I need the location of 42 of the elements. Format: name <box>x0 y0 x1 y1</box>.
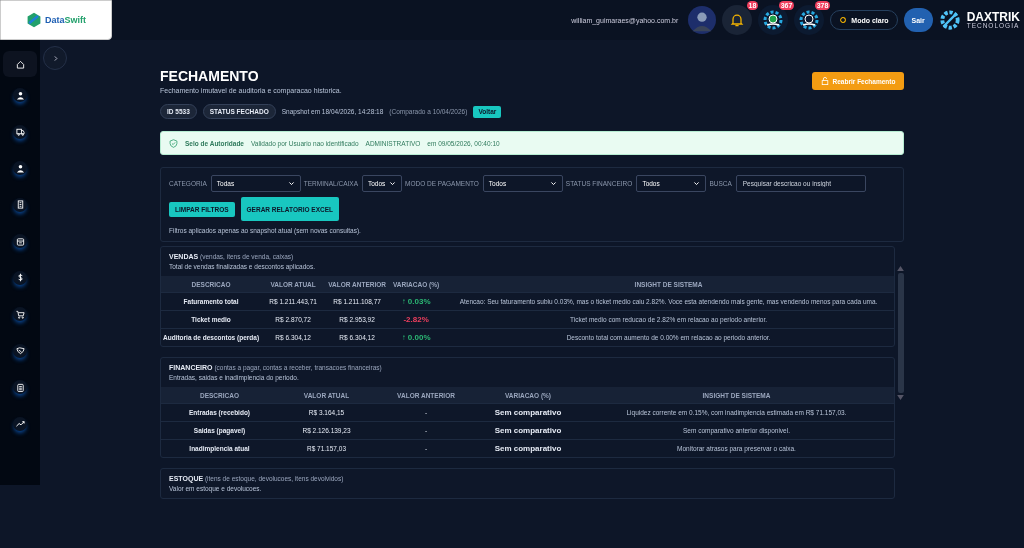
table-cell: ↑ 0.03% <box>389 292 444 311</box>
clipboard-icon <box>15 382 25 392</box>
table-cell: ↑ 0.00% <box>389 328 444 346</box>
sidebar-item[interactable] <box>13 161 27 175</box>
company-name: DAXTRIK <box>966 10 1020 23</box>
hexagon-logo-icon <box>26 12 42 28</box>
user-icon <box>15 90 25 100</box>
logo-text: DataSwift <box>45 15 86 25</box>
table-cell: Sem comparativo <box>477 421 579 440</box>
truck-icon <box>15 127 25 136</box>
user-icon <box>15 163 25 173</box>
sidebar-item[interactable] <box>13 270 27 285</box>
chevron-down-icon <box>693 180 701 187</box>
sidebar-item[interactable] <box>13 307 27 321</box>
sun-icon <box>839 16 848 24</box>
gear-dollar-icon <box>763 10 784 30</box>
table-cell: Sem comparativo <box>477 439 579 457</box>
sidebar-item[interactable] <box>13 88 27 102</box>
unlock-icon <box>820 77 829 85</box>
bell-icon <box>729 12 746 28</box>
scroll-down-icon <box>897 395 904 400</box>
table-cell: Sem comparativo <box>477 403 579 422</box>
chevron-down-icon <box>549 180 557 187</box>
home-icon <box>15 59 25 69</box>
sidebar-item[interactable] <box>13 197 27 212</box>
sidebar-item[interactable] <box>13 416 27 431</box>
cart-icon <box>15 309 25 319</box>
scroll-up-icon <box>897 266 904 271</box>
gear-dollar-icon <box>799 10 820 30</box>
trend-icon <box>15 419 25 428</box>
table-cell: -2.82% <box>389 310 444 329</box>
sidebar-item[interactable] <box>13 124 27 139</box>
chevron-down-icon <box>287 180 295 187</box>
page-title: FECHAMENTO <box>160 68 260 84</box>
avatar-icon[interactable] <box>688 6 717 34</box>
sidebar-item[interactable] <box>13 380 27 394</box>
dollar-icon <box>15 273 25 282</box>
sidebar-item[interactable] <box>13 343 27 358</box>
gear-logo-icon <box>938 9 961 31</box>
home-button[interactable] <box>3 51 37 77</box>
chevron-down-icon <box>389 180 396 187</box>
shield-check-icon <box>169 138 178 148</box>
